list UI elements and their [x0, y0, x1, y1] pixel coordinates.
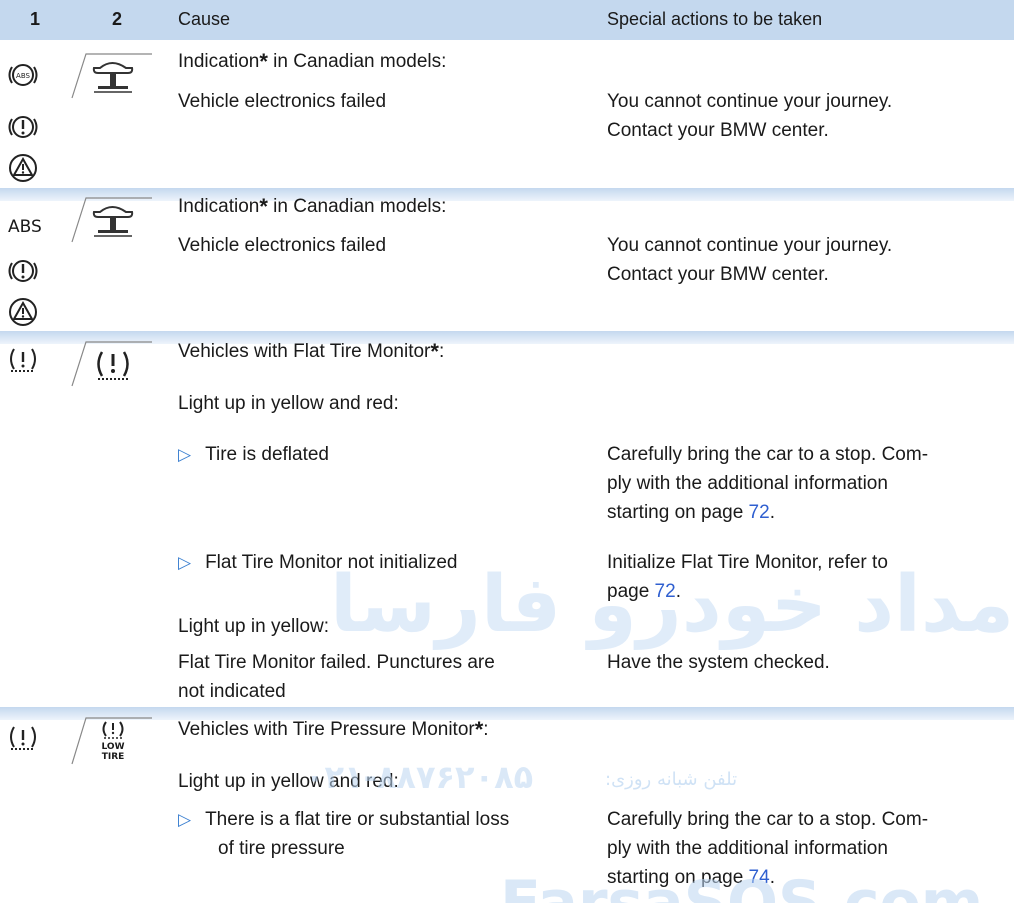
- action-text-line: Initialize Flat Tire Monitor, refer to: [607, 552, 888, 573]
- cause-text: Vehicle electronics failed: [178, 235, 387, 256]
- tire-pressure-icon: LOW TIRE: [70, 716, 154, 766]
- sub-heading: Light up in yellow and red:: [178, 771, 399, 792]
- sub-heading: Light up in yellow and red:: [178, 393, 399, 414]
- stability-triangle-icon: [9, 298, 37, 326]
- cause-text: not indicated: [178, 681, 286, 702]
- action-text-line: Carefully bring the car to a stop. Com-: [607, 809, 929, 830]
- flat-tire-icon: [10, 348, 36, 372]
- low-tire-label: LOW TIRE: [101, 742, 125, 762]
- manual-page: 1 2 Cause Special actions to be taken AB…: [0, 0, 1014, 903]
- page-link[interactable]: 72: [749, 502, 770, 523]
- bullet-icon: ▷: [178, 445, 192, 464]
- intro-text: Vehicles with Tire Pressure Monitor*:: [178, 717, 489, 742]
- list-item: ▷ Flat Tire Monitor not initialized: [178, 552, 458, 573]
- abs-text-icon: ABS: [8, 217, 42, 237]
- action-text-line: starting on page 74.: [607, 867, 775, 888]
- svg-text:ABS: ABS: [16, 72, 30, 80]
- header-actions: Special actions to be taken: [607, 9, 823, 29]
- action-text-line: Have the system checked.: [607, 652, 830, 673]
- action-text-line: You cannot continue your journey.: [607, 235, 893, 256]
- header-col-2: 2: [112, 9, 123, 29]
- page-link[interactable]: 72: [655, 581, 676, 602]
- abs-circle-icon: ABS: [8, 64, 38, 86]
- brake-warning-icon: [8, 116, 38, 138]
- action-text-line: You cannot continue your journey.: [607, 91, 893, 112]
- intro-text: Indication* in Canadian models:: [178, 194, 447, 219]
- action-text-line: ply with the additional information: [607, 473, 888, 494]
- flat-tire-panel-icon: [71, 341, 152, 387]
- intro-text: Vehicles with Flat Tire Monitor*:: [178, 339, 445, 364]
- table-header: 1 2 Cause Special actions to be taken: [0, 0, 1014, 40]
- list-item-continued: of tire pressure: [218, 838, 345, 859]
- action-text-line: page 72.: [607, 581, 681, 602]
- action-text-line: ply with the additional information: [607, 838, 888, 859]
- lift-panel-icon: [71, 53, 152, 99]
- flat-tire-icon: [10, 726, 36, 750]
- list-item: ▷ There is a flat tire or substantial los…: [178, 809, 510, 830]
- page-link[interactable]: 74: [749, 867, 770, 888]
- watermark-phone-label: تلفن شبانه روزی:: [605, 769, 738, 790]
- cause-text: Flat Tire Monitor failed. Punctures are: [178, 652, 495, 673]
- header-col-1: 1: [30, 9, 41, 29]
- sub-heading: Light up in yellow:: [178, 616, 330, 637]
- bullet-icon: ▷: [178, 553, 192, 572]
- list-item: ▷ Tire is deflated: [178, 444, 329, 465]
- intro-text: Indication* in Canadian models:: [178, 49, 447, 74]
- action-text-line: Contact your BMW center.: [607, 120, 829, 141]
- stability-triangle-icon: [9, 154, 37, 182]
- action-text-line: Carefully bring the car to a stop. Com-: [607, 444, 929, 465]
- header-cause: Cause: [178, 9, 231, 29]
- cause-text: Vehicle electronics failed: [178, 91, 387, 112]
- bullet-icon: ▷: [178, 810, 192, 829]
- action-text-line: starting on page 72.: [607, 502, 775, 523]
- lift-panel-icon: [71, 197, 152, 243]
- action-text-line: Contact your BMW center.: [607, 264, 829, 285]
- brake-warning-icon: [8, 260, 38, 282]
